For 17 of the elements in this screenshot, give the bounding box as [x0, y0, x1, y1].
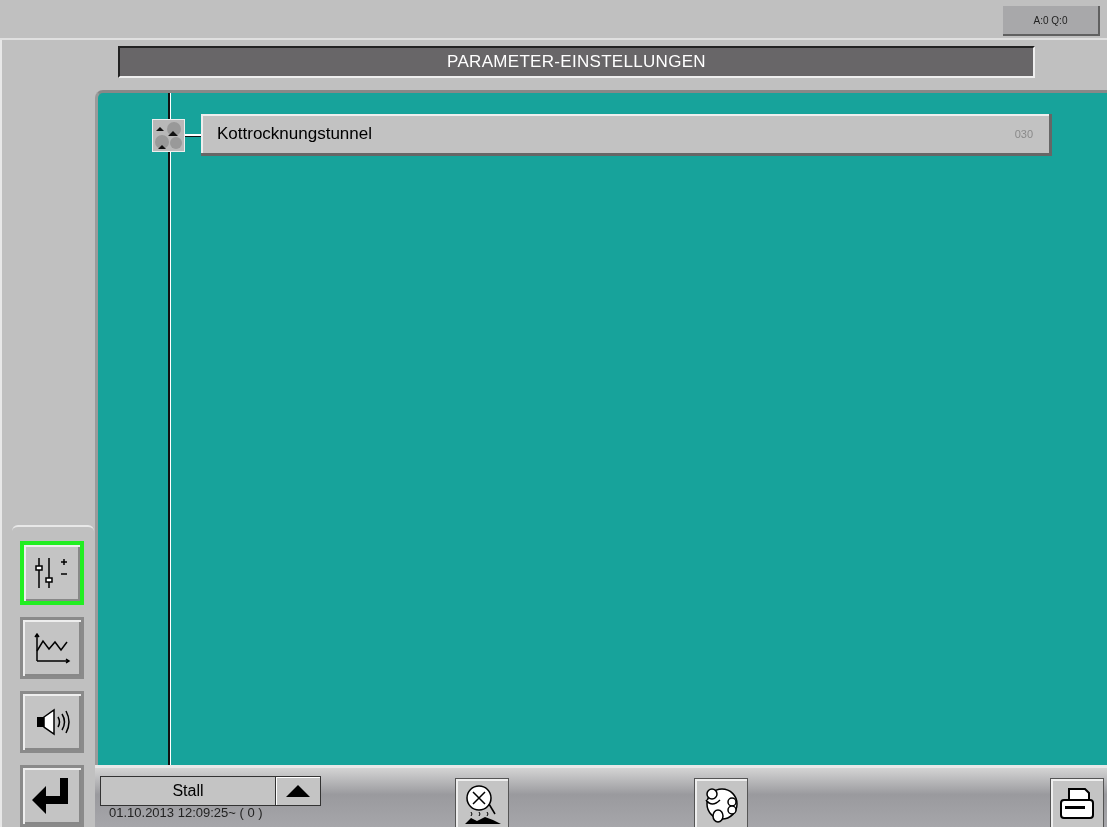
nav-button[interactable] — [20, 541, 84, 605]
speaker-icon — [34, 708, 70, 736]
tree-item[interactable]: Kottrocknungstunnel 030 — [201, 114, 1052, 156]
page-title: PARAMETER-EINSTELLUNGEN — [118, 46, 1035, 78]
up-triangle-icon — [285, 784, 311, 798]
nav-button[interactable] — [20, 765, 84, 827]
print-button[interactable] — [1050, 778, 1104, 827]
location-field: Stall — [100, 776, 275, 806]
nav-button[interactable] — [20, 617, 84, 679]
item-code: 030 — [1014, 127, 1033, 140]
nav-button[interactable] — [20, 691, 84, 753]
up-button[interactable] — [275, 776, 321, 806]
line-chart-icon — [32, 631, 72, 665]
sliders-icon — [34, 556, 70, 590]
printer-icon — [1057, 786, 1097, 822]
status-badge: A:0 Q:0 — [1003, 6, 1100, 36]
timestamp: 01.10.2013 12:09:25~ ( 0 ) — [109, 806, 264, 820]
